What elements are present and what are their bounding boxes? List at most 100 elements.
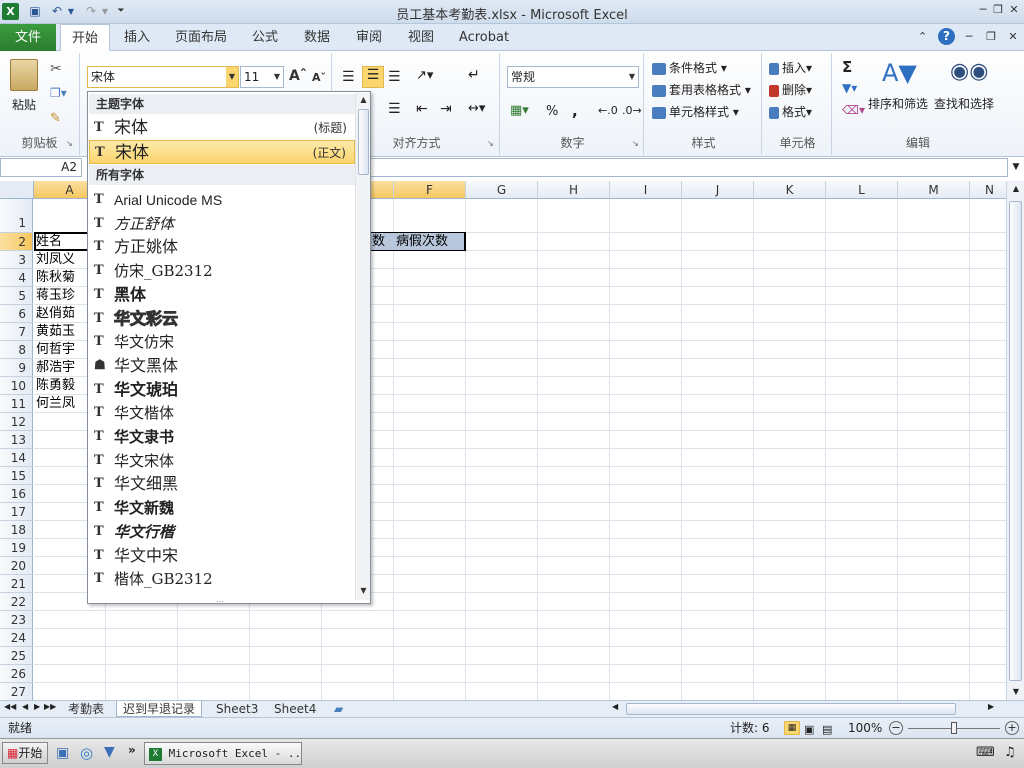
insert-cells-button[interactable]: 插入▾ (769, 59, 812, 76)
font-item-2[interactable]: T 方正姚体 (89, 235, 355, 259)
hscroll-left-icon[interactable]: ◀ (612, 702, 618, 711)
font-item-10[interactable]: T 华文隶书 (89, 425, 355, 449)
font-item-5[interactable]: T 华文彩云 (89, 307, 355, 331)
quicklaunch-app-icon[interactable]: ▼ (104, 744, 115, 760)
number-format-combo[interactable]: 常规 ▼ (507, 66, 639, 88)
menu-resize-grip-icon[interactable]: ⋯ (216, 597, 224, 606)
row-header-14[interactable]: 14 (0, 449, 33, 467)
horizontal-scroll-thumb[interactable] (626, 703, 956, 715)
font-item-3[interactable]: T 仿宋_GB2312 (89, 259, 355, 283)
cell-a7[interactable]: 黄茹玉 (36, 323, 75, 340)
tab-insert[interactable]: 插入 (115, 24, 159, 51)
quicklaunch-desktop-icon[interactable]: ▣ (56, 745, 69, 761)
font-item-1[interactable]: T 方正舒体 (89, 212, 355, 236)
hscroll-right-icon[interactable]: ▶ (988, 702, 994, 711)
font-list-scrollbar[interactable]: ▲ ▼ (355, 93, 370, 600)
row-header-13[interactable]: 13 (0, 431, 33, 449)
start-button[interactable]: ▦开始 (2, 742, 48, 764)
font-item-theme-body[interactable]: T 宋体 (正文) (89, 140, 355, 164)
copy-icon[interactable]: ❐▾ (50, 86, 67, 100)
tab-acrobat[interactable]: Acrobat (452, 24, 516, 51)
font-item-4[interactable]: T 黑体 (89, 283, 355, 307)
zoom-slider-thumb[interactable] (951, 722, 957, 734)
cell-f2[interactable]: 病假次数 (396, 233, 448, 250)
font-item-9[interactable]: T 华文楷体 (89, 401, 355, 425)
column-header-f[interactable]: F (394, 181, 466, 199)
cell-a8[interactable]: 何哲宇 (36, 341, 75, 358)
cell-a4[interactable]: 陈秋菊 (36, 269, 75, 286)
vertical-scroll-thumb[interactable] (1009, 201, 1022, 681)
doc-close-icon[interactable]: ✕ (1004, 29, 1022, 45)
font-item-theme-heading[interactable]: T 宋体 (标题) (89, 116, 355, 140)
row-header-3[interactable]: 3 (0, 251, 33, 269)
cell-a5[interactable]: 蒋玉珍 (36, 287, 75, 304)
column-header-i[interactable]: I (610, 181, 682, 199)
align-right-icon[interactable]: ☰ (388, 101, 401, 117)
format-painter-icon[interactable]: ✎ (50, 111, 61, 126)
tab-formulas[interactable]: 公式 (244, 24, 286, 51)
font-item-7[interactable]: ☗ 华文黑体 (89, 354, 355, 378)
row-header-2[interactable]: 2 (0, 233, 33, 251)
merge-center-icon[interactable]: ↔▾ (468, 101, 485, 116)
column-header-m[interactable]: M (898, 181, 970, 199)
row-header-8[interactable]: 8 (0, 341, 33, 359)
increase-decimal-icon[interactable]: ←.0 (598, 104, 618, 117)
font-item-6[interactable]: T 华文仿宋 (89, 330, 355, 354)
font-list-scroll-up-icon[interactable]: ▲ (356, 93, 371, 107)
cell-styles-button[interactable]: 单元格样式 ▾ (652, 103, 739, 120)
normal-view-icon[interactable]: ▦ (784, 721, 800, 735)
column-header-n[interactable]: N (970, 181, 1006, 199)
row-header-26[interactable]: 26 (0, 665, 33, 683)
autosum-button[interactable]: Σ (842, 58, 852, 76)
decrease-decimal-icon[interactable]: .0→ (622, 104, 642, 117)
increase-indent-icon[interactable]: ⇥ (440, 101, 452, 117)
sheet-nav-last-icon[interactable]: ▶▶ (44, 702, 56, 711)
tab-file[interactable]: 文件 (0, 24, 56, 51)
row-header-25[interactable]: 25 (0, 647, 33, 665)
row-header-12[interactable]: 12 (0, 413, 33, 431)
comma-button[interactable]: , (572, 102, 578, 120)
row-header-18[interactable]: 18 (0, 521, 33, 539)
sheet-tab-attendance[interactable]: 考勤表 (62, 701, 110, 717)
tab-data[interactable]: 数据 (296, 24, 338, 51)
row-header-11[interactable]: 11 (0, 395, 33, 413)
font-size-combo[interactable]: 11 ▼ (240, 66, 284, 88)
find-select-icon[interactable]: ◉◉ (950, 59, 988, 84)
sheet-nav-next-icon[interactable]: ▶ (34, 702, 40, 711)
scroll-down-icon[interactable]: ▼ (1008, 684, 1024, 700)
page-break-view-icon[interactable]: ▤ (822, 720, 832, 740)
align-bottom-icon[interactable]: ☰ (388, 69, 401, 85)
cell-a6[interactable]: 赵俏茹 (36, 305, 75, 322)
delete-cells-button[interactable]: 删除▾ (769, 81, 812, 98)
row-header-6[interactable]: 6 (0, 305, 33, 323)
close-icon[interactable]: ✕ (1005, 2, 1023, 18)
format-as-table-button[interactable]: 套用表格格式 ▾ (652, 81, 751, 98)
cell-e2[interactable]: 数 (372, 233, 385, 250)
row-header-9[interactable]: 9 (0, 359, 33, 377)
row-header-21[interactable]: 21 (0, 575, 33, 593)
speaker-tray-icon[interactable]: ♫ (1004, 745, 1016, 760)
row-header-17[interactable]: 17 (0, 503, 33, 521)
conditional-format-button[interactable]: 条件格式 ▾ (652, 59, 727, 76)
font-list-scroll-thumb[interactable] (358, 109, 369, 175)
font-list-scroll-down-icon[interactable]: ▼ (356, 584, 371, 598)
tab-view[interactable]: 视图 (400, 24, 442, 51)
fill-icon[interactable]: ▼▾ (842, 81, 857, 95)
font-name-dropdown-icon[interactable]: ▼ (226, 67, 238, 87)
cut-icon[interactable]: ✂ (50, 61, 62, 77)
cell-a11[interactable]: 何兰凤 (36, 395, 75, 412)
row-header-27[interactable]: 27 (0, 683, 33, 700)
cell-a3[interactable]: 刘凤义 (36, 251, 75, 268)
row-header-23[interactable]: 23 (0, 611, 33, 629)
font-item-8[interactable]: T 华文琥珀 (89, 378, 355, 402)
font-item-12[interactable]: T 华文细黑 (89, 472, 355, 496)
paste-button[interactable]: 粘贴 (12, 96, 36, 113)
excel-task-button[interactable]: X Microsoft Excel - ... (144, 742, 302, 765)
sheet-nav-prev-icon[interactable]: ◀ (22, 702, 28, 711)
zoom-level[interactable]: 100% (848, 718, 882, 738)
expand-formula-icon[interactable]: ▼ (1008, 158, 1024, 177)
row-header-16[interactable]: 16 (0, 485, 33, 503)
tab-page-layout[interactable]: 页面布局 (168, 24, 234, 51)
insert-sheet-icon[interactable]: ▰ (328, 701, 349, 717)
doc-minimize-icon[interactable]: ─ (960, 29, 978, 45)
